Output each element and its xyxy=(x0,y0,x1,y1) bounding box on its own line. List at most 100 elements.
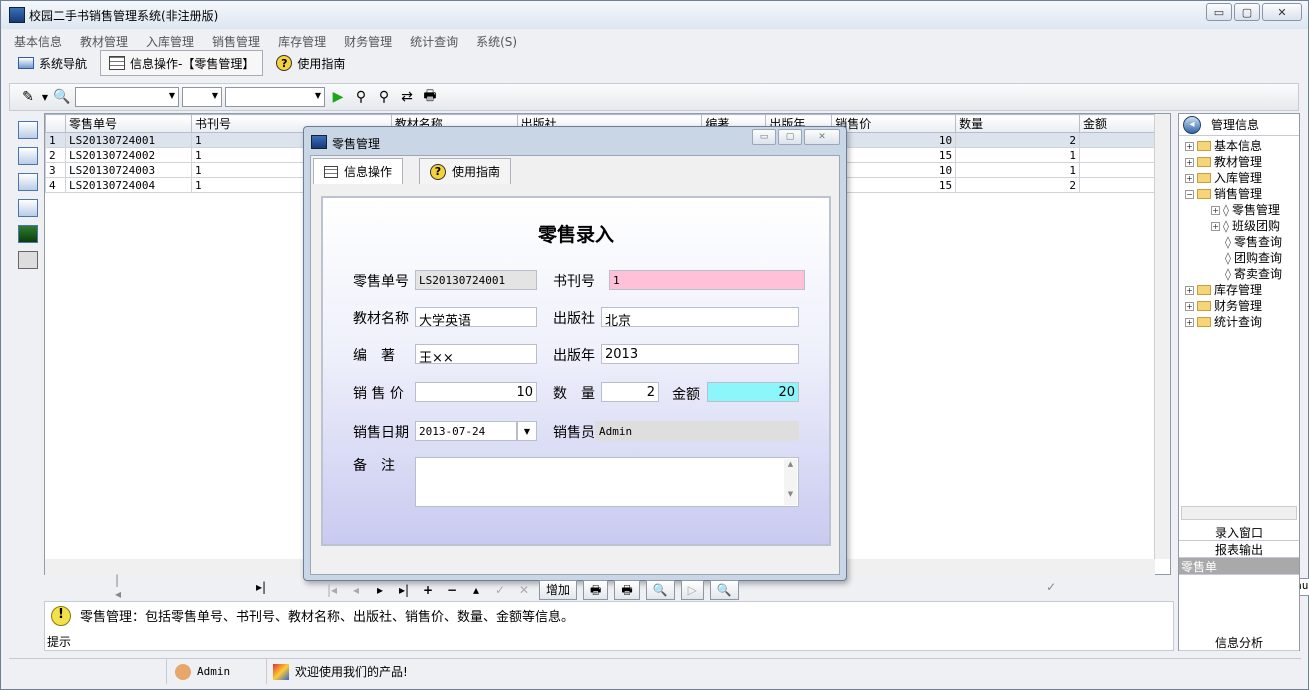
tree-item-retail-query[interactable]: ◊ 零售查询 xyxy=(1185,234,1299,250)
expand-icon[interactable]: + xyxy=(1185,285,1194,295)
edit-record-icon[interactable]: ✓ xyxy=(1046,580,1056,594)
tree-item-statistics[interactable]: + 统计查询 xyxy=(1185,314,1299,330)
retail-slip-button[interactable]: 零售单 xyxy=(1179,558,1299,575)
dialog-tab-info[interactable]: 信息操作 xyxy=(313,158,404,184)
cell-id[interactable]: LS20130724003 xyxy=(64,162,192,178)
quantity-field[interactable]: 2 xyxy=(601,382,659,402)
cell-qty[interactable]: 2 xyxy=(955,177,1081,193)
cell-price[interactable]: 15 xyxy=(831,177,957,193)
chevron-down-icon[interactable]: ▼ xyxy=(41,87,49,107)
menu-sales[interactable]: 销售管理 xyxy=(203,31,269,51)
find-user-icon[interactable]: ⚲ xyxy=(351,87,371,107)
minimize-button[interactable]: ▭ xyxy=(1206,3,1232,21)
cell-price[interactable]: 15 xyxy=(831,147,957,163)
author-field[interactable]: 王×× xyxy=(415,344,537,364)
tree-item-basic-info[interactable]: + 基本信息 xyxy=(1185,138,1299,154)
operator-combo[interactable] xyxy=(182,87,222,107)
tree-item-textbook[interactable]: + 教材管理 xyxy=(1185,154,1299,170)
date-dropdown-icon[interactable]: ▼ xyxy=(517,421,537,441)
calculator-icon[interactable] xyxy=(18,251,38,269)
tree-horizontal-scrollbar[interactable] xyxy=(1181,506,1297,520)
next-record-icon[interactable]: ▸| xyxy=(256,580,266,594)
info-analysis-button[interactable]: 信息分析 xyxy=(1179,634,1299,651)
field-combo[interactable] xyxy=(75,87,179,107)
seller-field[interactable]: Admin xyxy=(595,421,799,441)
note-textarea[interactable] xyxy=(415,457,799,507)
document-icon[interactable] xyxy=(18,199,38,217)
next-record-icon[interactable]: ▸ xyxy=(371,583,389,597)
refresh-icon[interactable]: ⇄ xyxy=(397,87,417,107)
cell-qty[interactable]: 1 xyxy=(955,162,1081,178)
sale-date-field[interactable]: 2013-07-24 xyxy=(415,421,517,441)
collapse-icon[interactable]: − xyxy=(1185,189,1194,199)
first-record-icon[interactable]: |◂ xyxy=(323,583,341,597)
menu-system[interactable]: 系统(S) xyxy=(467,31,526,51)
add-record-icon[interactable]: + xyxy=(419,583,437,597)
publisher-field[interactable]: 北京 xyxy=(601,307,799,327)
tree-item-retail[interactable]: + ◊ 零售管理 xyxy=(1185,202,1299,218)
chart-icon[interactable] xyxy=(18,225,38,243)
add-button[interactable]: 增加 xyxy=(539,580,578,600)
col-header-price[interactable]: 销售价 xyxy=(831,114,957,133)
expand-icon[interactable]: + xyxy=(1185,301,1194,311)
last-record-icon[interactable]: ▸| xyxy=(395,583,413,597)
monitor-icon[interactable] xyxy=(18,121,38,139)
price-field[interactable]: 10 xyxy=(415,382,537,402)
expand-icon[interactable]: + xyxy=(1185,173,1194,183)
tree-item-consign-query[interactable]: ◊ 寄卖查询 xyxy=(1185,266,1299,282)
back-icon[interactable]: ◂ xyxy=(1183,115,1201,134)
tree-item-group[interactable]: + ◊ 班级团购 xyxy=(1185,218,1299,234)
list-icon[interactable] xyxy=(18,173,38,191)
find-next-icon[interactable]: ⚲ xyxy=(374,87,394,107)
search-icon[interactable]: 🔍 xyxy=(52,87,72,107)
edit-record-icon[interactable]: ▴ xyxy=(467,583,485,597)
print-icon[interactable]: 🖶 xyxy=(583,580,609,600)
entry-window-button[interactable]: 录入窗口 xyxy=(1179,524,1299,541)
col-header-id[interactable]: 零售单号 xyxy=(64,114,192,133)
cancel-record-icon[interactable]: ✕ xyxy=(515,583,533,597)
dialog-tab-guide[interactable]: ? 使用指南 xyxy=(419,158,512,184)
book-id-field[interactable]: 1 xyxy=(609,270,805,290)
expand-icon[interactable]: + xyxy=(1185,317,1194,327)
publish-year-field[interactable]: 2013 xyxy=(601,344,799,364)
tab-info-operation[interactable]: 信息操作-【零售管理】 xyxy=(100,50,264,76)
print-icon[interactable]: 🖶 xyxy=(420,87,440,107)
tree-item-sales[interactable]: − 销售管理 xyxy=(1185,186,1299,202)
dialog-minimize-button[interactable]: ▭ xyxy=(752,129,776,145)
cell-qty[interactable]: 1 xyxy=(955,147,1081,163)
network-icon[interactable] xyxy=(18,147,38,165)
post-record-icon[interactable]: ✓ xyxy=(491,583,509,597)
tree-item-inventory[interactable]: + 库存管理 xyxy=(1185,282,1299,298)
report-output-button[interactable]: 报表输出 xyxy=(1179,541,1299,558)
restore-button[interactable]: ▢ xyxy=(1234,3,1260,21)
expand-icon[interactable]: + xyxy=(1211,221,1220,231)
value-combo[interactable] xyxy=(225,87,325,107)
cell-id[interactable]: LS20130724004 xyxy=(64,177,192,193)
tree-item-stock-in[interactable]: + 入库管理 xyxy=(1185,170,1299,186)
menu-stock-in[interactable]: 入库管理 xyxy=(137,31,203,51)
cell-qty[interactable]: 2 xyxy=(955,132,1081,148)
close-button[interactable]: ✕ xyxy=(1262,3,1302,21)
play-icon[interactable]: ▷ xyxy=(680,580,704,600)
tree-item-group-query[interactable]: ◊ 团购查询 xyxy=(1185,250,1299,266)
zoom-icon[interactable]: 🔍 xyxy=(645,580,675,600)
menu-inventory[interactable]: 库存管理 xyxy=(269,31,335,51)
grid-vertical-scrollbar[interactable] xyxy=(1154,114,1170,559)
cell-price[interactable]: 10 xyxy=(831,162,957,178)
menu-textbook[interactable]: 教材管理 xyxy=(71,31,137,51)
dialog-restore-button[interactable]: ▢ xyxy=(778,129,802,145)
tree-item-finance[interactable]: + 财务管理 xyxy=(1185,298,1299,314)
dialog-close-button[interactable]: ✕ xyxy=(804,129,840,145)
run-icon[interactable]: ▶ xyxy=(328,87,348,107)
tab-user-guide[interactable]: ? 使用指南 xyxy=(267,50,354,76)
pencil-icon[interactable]: ✎ xyxy=(18,87,38,107)
expand-icon[interactable]: + xyxy=(1185,157,1194,167)
delete-record-icon[interactable]: − xyxy=(443,583,461,597)
cell-id[interactable]: LS20130724001 xyxy=(64,132,192,148)
menu-finance[interactable]: 财务管理 xyxy=(335,31,401,51)
expand-icon[interactable]: + xyxy=(1211,205,1220,215)
cell-id[interactable]: LS20130724002 xyxy=(64,147,192,163)
retail-id-field[interactable]: LS20130724001 xyxy=(415,270,537,290)
menu-basic-info[interactable]: 基本信息 xyxy=(1,31,71,51)
note-scrollbar[interactable]: ▲ ▼ xyxy=(784,459,797,505)
